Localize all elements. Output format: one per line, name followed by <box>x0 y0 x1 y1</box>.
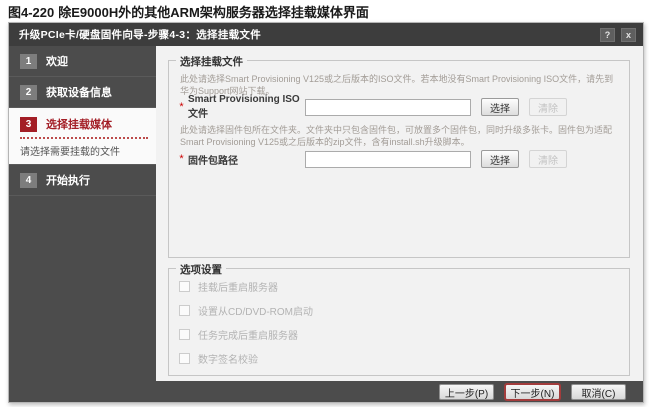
checkbox-icon[interactable] <box>179 353 190 364</box>
dialog-body: 1 欢迎 2 获取设备信息 3 选择挂载媒体 请选择需要挂载的文件 4 开始执行 <box>9 46 643 381</box>
step-number: 2 <box>20 85 37 100</box>
iso-file-field-row: * Smart Provisioning ISO文件 选择 清除 <box>175 94 623 120</box>
step-number: 1 <box>20 54 37 69</box>
option-label: 任务完成后重启服务器 <box>198 327 298 342</box>
cancel-button[interactable]: 取消(C) <box>571 384 626 400</box>
step-subtitle: 请选择需要挂载的文件 <box>20 143 148 158</box>
figure-caption: 图4-220 除E9000H外的其他ARM架构服务器选择挂载媒体界面 <box>8 2 369 21</box>
step-label: 开始执行 <box>46 172 90 188</box>
checkbox-icon[interactable] <box>179 281 190 292</box>
firmware-path-label: 固件包路径 <box>188 152 305 167</box>
select-files-group: 选择挂载文件 此处请选择Smart Provisioning V125或之后版本… <box>168 60 630 258</box>
next-button[interactable]: 下一步(N) <box>505 384 560 400</box>
dialog-title: 升级PCIe卡/硬盘固件向导-步骤4-3：选择挂载文件 <box>19 27 594 42</box>
required-mark: * <box>175 153 188 165</box>
main-content: 选择挂载文件 此处请选择Smart Provisioning V125或之后版本… <box>156 46 643 381</box>
option-label: 挂载后重启服务器 <box>198 279 278 294</box>
wizard-steps-sidebar: 1 欢迎 2 获取设备信息 3 选择挂载媒体 请选择需要挂载的文件 4 开始执行 <box>9 46 156 381</box>
step-1-welcome: 1 欢迎 <box>9 46 156 77</box>
step-3-select-media-active: 3 选择挂载媒体 请选择需要挂载的文件 <box>9 108 156 165</box>
required-mark: * <box>175 101 188 113</box>
checkbox-icon[interactable] <box>179 329 190 340</box>
dialog-footer: 上一步(P) 下一步(N) 取消(C) <box>9 381 643 402</box>
iso-clear-button[interactable]: 清除 <box>529 98 567 116</box>
dialog-titlebar: 升级PCIe卡/硬盘固件向导-步骤4-3：选择挂载文件 ? x <box>9 23 643 46</box>
iso-select-button[interactable]: 选择 <box>481 98 519 116</box>
iso-file-label: Smart Provisioning ISO文件 <box>188 94 305 120</box>
close-icon[interactable]: x <box>621 28 636 42</box>
step-label-active: 选择挂载媒体 <box>46 116 112 132</box>
step-4-execute: 4 开始执行 <box>9 165 156 196</box>
select-files-group-title: 选择挂载文件 <box>176 54 247 69</box>
option-label: 设置从CD/DVD-ROM启动 <box>198 303 313 318</box>
help-icon[interactable]: ? <box>600 28 615 42</box>
option-label: 数字签名校验 <box>198 351 258 366</box>
firmware-path-input[interactable] <box>305 151 471 168</box>
prev-button[interactable]: 上一步(P) <box>439 384 494 400</box>
firmware-description: 此处请选择固件包所在文件夹。文件夹中只包含固件包，可放置多个固件包，同时升级多张… <box>180 125 620 148</box>
firmware-clear-button[interactable]: 清除 <box>529 150 567 168</box>
upgrade-wizard-dialog: 升级PCIe卡/硬盘固件向导-步骤4-3：选择挂载文件 ? x 1 欢迎 2 获… <box>8 22 644 403</box>
option-boot-from-cddvd: 设置从CD/DVD-ROM启动 <box>179 303 313 318</box>
iso-file-input[interactable] <box>305 99 471 116</box>
options-group: 选项设置 挂载后重启服务器 设置从CD/DVD-ROM启动 任务完成后重启服务器… <box>168 268 630 376</box>
step-number: 4 <box>20 173 37 188</box>
option-restart-after-task: 任务完成后重启服务器 <box>179 327 298 342</box>
step-label: 获取设备信息 <box>46 84 112 100</box>
active-step-divider <box>20 137 148 139</box>
step-number-active: 3 <box>20 117 37 132</box>
option-restart-after-mount: 挂载后重启服务器 <box>179 279 278 294</box>
firmware-path-field-row: * 固件包路径 选择 清除 <box>175 150 623 168</box>
options-group-title: 选项设置 <box>176 262 226 277</box>
option-signature-check: 数字签名校验 <box>179 351 258 366</box>
firmware-select-button[interactable]: 选择 <box>481 150 519 168</box>
figure-label: 图4-220 <box>8 5 54 20</box>
checkbox-icon[interactable] <box>179 305 190 316</box>
step-2-device-info: 2 获取设备信息 <box>9 77 156 108</box>
step-label: 欢迎 <box>46 53 68 69</box>
figure-title: 除E9000H外的其他ARM架构服务器选择挂载媒体界面 <box>58 5 369 20</box>
